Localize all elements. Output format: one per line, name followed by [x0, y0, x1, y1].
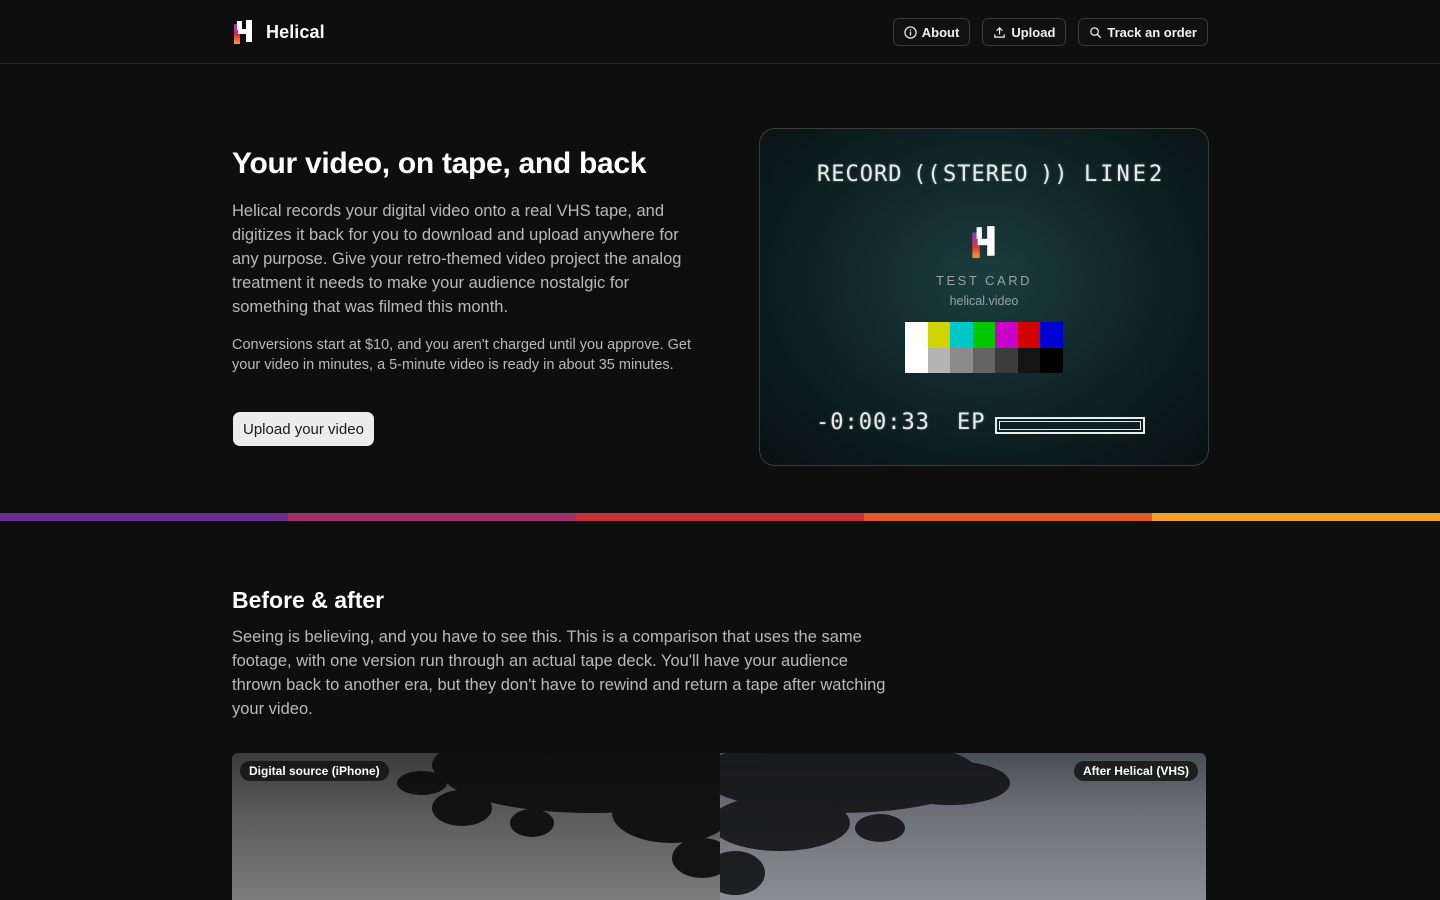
strip-segment-2 [576, 513, 864, 521]
color-bar-top-0 [905, 322, 928, 348]
comparison-video[interactable]: Digital source (iPhone) After Helical (V… [232, 753, 1206, 900]
color-bars-top [905, 322, 1064, 348]
hero-title: Your video, on tape, and back [232, 147, 647, 180]
osd-stereo: STEREO [943, 162, 1029, 187]
gradient-divider [0, 513, 1440, 521]
tape-remaining-fill [999, 421, 1141, 430]
search-icon [1090, 26, 1102, 38]
site-header: Helical About Upload Track an order [0, 0, 1440, 64]
about-label: About [921, 24, 960, 40]
color-bar-top-2 [950, 322, 973, 348]
color-bar-bottom-4 [995, 348, 1018, 373]
osd-timecode: -0:00:33 [816, 410, 930, 435]
color-bar-bottom-3 [972, 348, 996, 373]
color-bar-bottom-5 [1017, 348, 1041, 373]
color-bar-bottom-1 [927, 348, 951, 373]
color-bar-top-1 [927, 322, 951, 348]
upload-video-button[interactable]: Upload your video [233, 412, 374, 446]
color-bar-top-5 [1017, 322, 1041, 348]
helical-logo-icon [972, 226, 995, 258]
color-bars [905, 322, 1064, 373]
brand-name: Helical [266, 21, 325, 42]
track-order-label: Track an order [1107, 24, 1197, 40]
top-nav: About Upload Track an order [892, 18, 1208, 46]
color-bar-top-6 [1040, 322, 1064, 348]
color-bar-top-3 [972, 322, 996, 348]
upload-label: Upload [1011, 24, 1056, 40]
track-order-button[interactable]: Track an order [1078, 18, 1208, 46]
strip-segment-0 [0, 513, 288, 521]
after-helical-pane: After Helical (VHS) [720, 753, 1206, 900]
brand[interactable]: Helical [232, 18, 325, 46]
digital-source-pane: Digital source (iPhone) [232, 753, 720, 900]
osd-speed: EP [957, 410, 986, 435]
osd-wave-left: (( [913, 162, 942, 187]
osd-record: RECORD [817, 162, 903, 187]
color-bar-bottom-2 [950, 348, 973, 373]
osd-wave-right: )) [1040, 162, 1069, 187]
vhs-test-card: RECORD (( STEREO )) LINE2 TEST CARD heli… [759, 128, 1209, 466]
digital-source-label: Digital source (iPhone) [240, 761, 389, 781]
color-bar-top-4 [995, 322, 1018, 348]
test-card-url: helical.video [949, 294, 1019, 308]
strip-segment-1 [288, 513, 576, 521]
before-after-description: Seeing is believing, and you have to see… [232, 628, 886, 718]
info-icon [904, 25, 917, 39]
hero-description: Helical records your digital video onto … [232, 202, 682, 316]
strip-segment-3 [864, 513, 1152, 521]
color-bars-bottom [905, 348, 1064, 373]
color-bar-bottom-6 [1040, 348, 1064, 373]
tape-remaining-bar [995, 417, 1145, 434]
upload-icon [994, 26, 1006, 38]
before-after-title: Before & after [232, 587, 385, 613]
after-helical-label: After Helical (VHS) [1073, 761, 1198, 781]
hero-pricing-note: Conversions start at $10, and you aren't… [232, 337, 691, 373]
about-button[interactable]: About [892, 18, 971, 46]
test-card-label: TEST CARD [936, 273, 1032, 288]
osd-line: LINE2 [1084, 162, 1166, 187]
strip-segment-4 [1152, 513, 1440, 521]
helical-logo-icon [234, 20, 252, 44]
upload-button[interactable]: Upload [982, 18, 1067, 46]
color-bar-bottom-0 [905, 348, 928, 373]
